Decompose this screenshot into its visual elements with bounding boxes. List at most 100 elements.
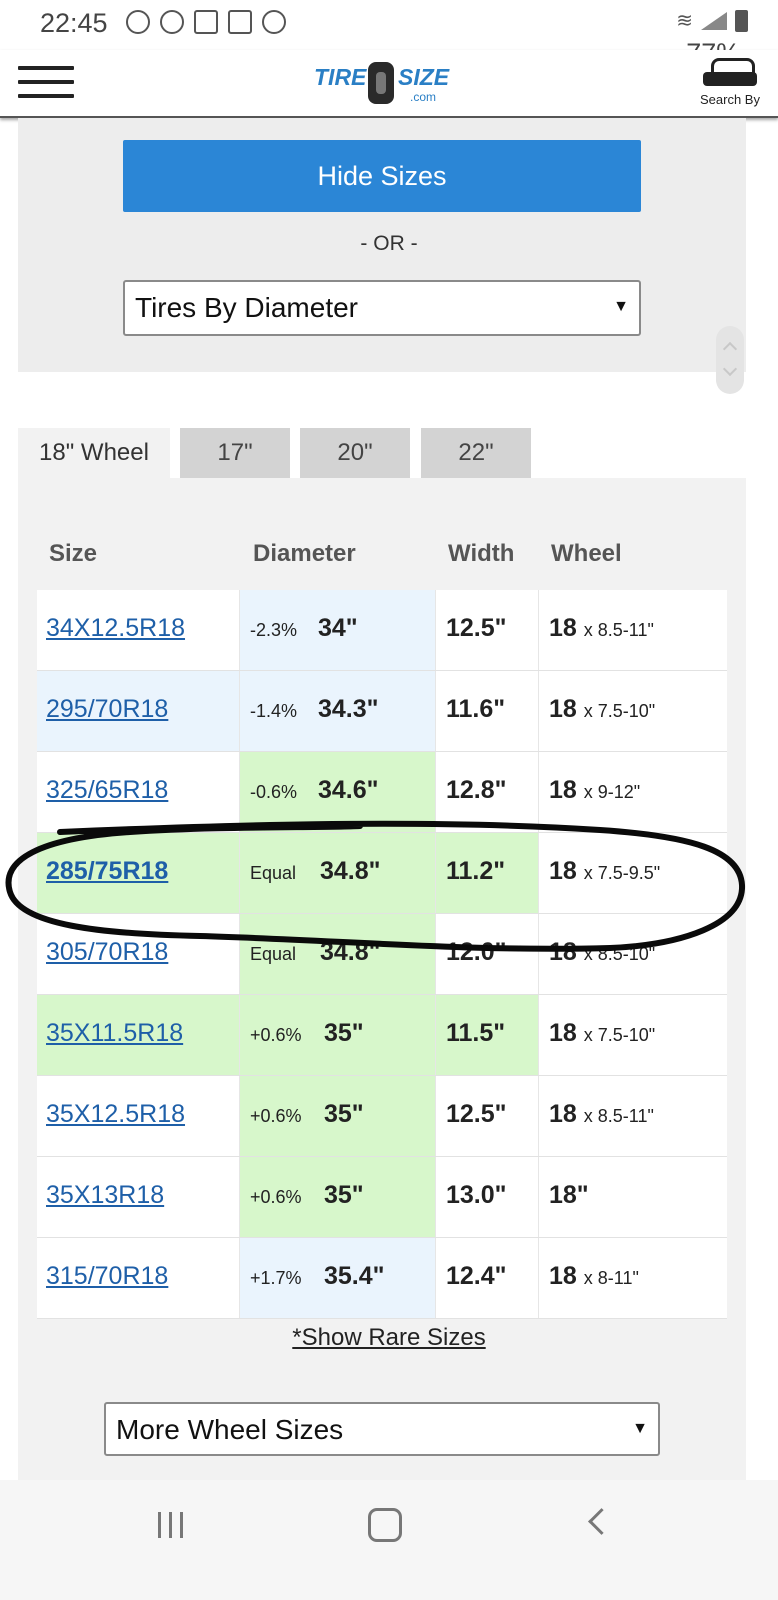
wheel-range: x 9-12" <box>583 782 641 802</box>
wheel-value: 18 x 8-11" <box>549 1262 639 1291</box>
logo-text-tire: TIRE <box>314 64 367 90</box>
table-row-selected: 285/75R18 Equal 34.8" 11.2" 18 x 7.5-9.5" <box>37 833 727 914</box>
size-link[interactable]: 35X11.5R18 <box>46 1019 183 1048</box>
size-link[interactable]: 285/75R18 <box>46 857 168 886</box>
diameter-diff: -0.6% <box>250 782 298 802</box>
wheel-value: 18 x 8.5-11" <box>549 614 654 643</box>
size-link[interactable]: 34X12.5R18 <box>46 614 185 643</box>
tab-17[interactable]: 17" <box>180 428 290 478</box>
tiresize-logo[interactable]: TIRE SIZE .com <box>314 62 464 106</box>
wheel-value: 18 x 9-12" <box>549 776 640 805</box>
cloud-icon <box>194 10 218 34</box>
dropdown-arrow-icon: ▼ <box>632 1420 648 1437</box>
wheel-diameter: 18 <box>549 857 577 885</box>
table-header: Size Diameter Width Wheel <box>0 540 778 576</box>
wheel-value: 18 x 8.5-11" <box>549 1100 654 1129</box>
table-row: 315/70R18 +1.7% 35.4" 12.4" 18 x 8-11" <box>37 1238 727 1319</box>
width-value: 11.6" <box>446 695 506 723</box>
size-link[interactable]: 305/70R18 <box>46 938 168 967</box>
wheel-range: x 8.5-10" <box>583 944 656 964</box>
more-wheel-sizes-select[interactable]: More Wheel Sizes ▼ <box>104 1402 660 1456</box>
diameter-diff: +1.7% <box>250 1268 302 1288</box>
width-value: 12.8" <box>446 776 507 804</box>
recent-apps-icon[interactable] <box>158 1512 186 1538</box>
wheel-diameter: 18 <box>549 1019 577 1047</box>
wheel-range: x 8-11" <box>583 1268 639 1288</box>
show-rare-sizes-link[interactable]: *Show Rare Sizes <box>0 1324 778 1352</box>
status-bar: 22:45 ≋ 77% <box>0 0 778 68</box>
diameter-value: 34.8" <box>320 857 381 885</box>
table-row: 34X12.5R18 -2.3% 34" 12.5" 18 x 8.5-11" <box>37 590 727 671</box>
diameter-diff: +0.6% <box>250 1025 302 1045</box>
hide-sizes-button[interactable]: Hide Sizes <box>123 140 641 212</box>
wheel-value: 18 x 7.5-9.5" <box>549 857 660 886</box>
tire-icon <box>368 62 394 104</box>
wheel-value: 18 x 8.5-10" <box>549 938 655 967</box>
search-by-vehicle-button[interactable]: Search By <box>694 56 766 112</box>
battery-icon <box>735 9 748 32</box>
wheel-range: x 8.5-11" <box>583 620 654 640</box>
wheel-value: 18" <box>549 1181 589 1210</box>
wheel-range: x 8.5-11" <box>583 1106 654 1126</box>
select-value: More Wheel Sizes <box>116 1414 344 1445</box>
diameter-diff: -2.3% <box>250 620 298 640</box>
tires-by-diameter-select[interactable]: Tires By Diameter ▼ <box>123 280 641 336</box>
home-icon[interactable] <box>368 1508 402 1542</box>
wifi-icon: ≋ <box>676 10 693 32</box>
menu-icon[interactable] <box>18 66 74 102</box>
select-value: Tires By Diameter <box>135 292 359 323</box>
diameter-value: 35" <box>324 1100 364 1128</box>
size-link[interactable]: 35X12.5R18 <box>46 1100 185 1129</box>
diameter-value: 35" <box>324 1181 364 1209</box>
size-link[interactable]: 295/70R18 <box>46 695 168 724</box>
width-value: 11.2" <box>446 857 506 885</box>
site-header: TIRE SIZE .com Search By <box>0 50 778 118</box>
size-link[interactable]: 325/65R18 <box>46 776 168 805</box>
dropdown-arrow-icon: ▼ <box>613 298 629 315</box>
diameter-diff: +0.6% <box>250 1106 302 1126</box>
or-separator: - OR - <box>360 232 418 255</box>
notification-icons <box>126 10 286 34</box>
car-icon <box>701 56 759 90</box>
search-by-label: Search By <box>700 92 760 107</box>
logo-text-size: SIZE <box>398 64 450 90</box>
size-link[interactable]: 35X13R18 <box>46 1181 164 1210</box>
do-not-disturb-icon <box>262 10 286 34</box>
diameter-value: 34.3" <box>318 695 379 723</box>
notification-icon <box>126 10 150 34</box>
wheel-diameter: 18 <box>549 1262 577 1290</box>
wheel-diameter: 18 <box>549 695 577 723</box>
header-size: Size <box>49 540 98 567</box>
table-row: 35X11.5R18 +0.6% 35" 11.5" 18 x 7.5-10" <box>37 995 727 1076</box>
diameter-value: 34.6" <box>318 776 379 804</box>
diameter-value: 35" <box>324 1019 364 1047</box>
width-value: 12.4" <box>446 1262 507 1290</box>
diameter-value: 34" <box>318 614 358 642</box>
header-width: Width <box>448 540 515 567</box>
diameter-diff: +0.6% <box>250 1187 302 1207</box>
wheel-range: x 7.5-10" <box>583 701 656 721</box>
width-value: 12.0" <box>446 938 507 966</box>
diameter-value: 35.4" <box>324 1262 385 1290</box>
wheel-diameter: 18 <box>549 938 577 966</box>
wheel-range: x 7.5-10" <box>583 1025 656 1045</box>
wheel-value: 18 x 7.5-10" <box>549 695 655 724</box>
wheel-diameter: 18 <box>549 614 577 642</box>
tab-20[interactable]: 20" <box>300 428 410 478</box>
notification-icon <box>160 10 184 34</box>
table-row: 35X13R18 +0.6% 35" 13.0" 18" <box>37 1157 727 1238</box>
table-row: 305/70R18 Equal 34.8" 12.0" 18 x 8.5-10" <box>37 914 727 995</box>
header-wheel: Wheel <box>551 540 622 567</box>
tab-22[interactable]: 22" <box>421 428 531 478</box>
table-row: 325/65R18 -0.6% 34.6" 12.8" 18 x 9-12" <box>37 752 727 833</box>
tab-18-wheel[interactable]: 18" Wheel <box>18 428 170 478</box>
wheel-diameter: 18" <box>549 1181 589 1209</box>
width-value: 12.5" <box>446 1100 507 1128</box>
size-link[interactable]: 315/70R18 <box>46 1262 168 1291</box>
header-diameter: Diameter <box>253 540 356 567</box>
wheel-diameter: 18 <box>549 1100 577 1128</box>
scroll-handle[interactable] <box>716 326 744 394</box>
size-table: 34X12.5R18 -2.3% 34" 12.5" 18 x 8.5-11" 2… <box>37 590 727 1319</box>
table-row: 35X12.5R18 +0.6% 35" 12.5" 18 x 8.5-11" <box>37 1076 727 1157</box>
width-value: 12.5" <box>446 614 507 642</box>
